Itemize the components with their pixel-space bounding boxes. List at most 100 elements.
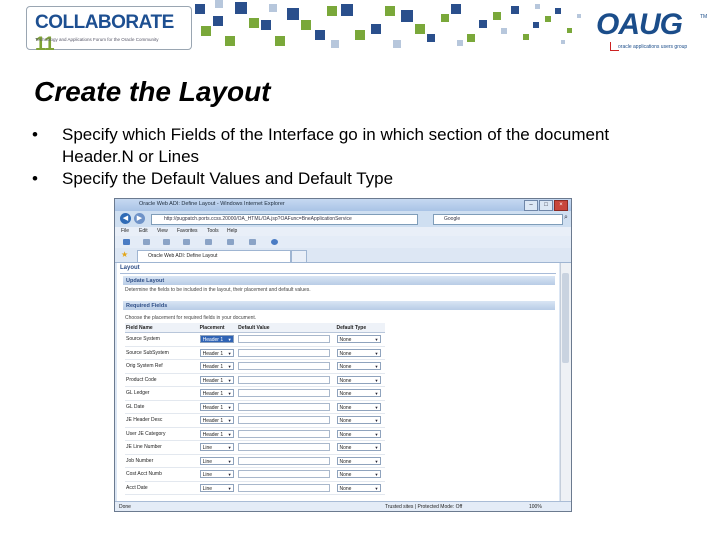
column-header: Field Name [125, 323, 199, 333]
dropdown-arrow-icon: ▼ [227, 337, 232, 343]
default-type-cell: None ▼ [335, 400, 385, 414]
default-type-select[interactable]: None ▼ [336, 362, 381, 371]
default-type-value: None [339, 377, 352, 384]
default-value-input[interactable] [238, 375, 331, 384]
tab-define-layout[interactable]: Oracle Web ADI: Define Layout [137, 250, 291, 262]
search-icon[interactable]: ⌕ [564, 214, 568, 222]
address-bar[interactable]: http://pugpatch.ports.ccss.20000/OA_HTML… [151, 214, 418, 225]
default-type-select[interactable]: None ▼ [336, 470, 381, 479]
browser-window: Oracle Web ADI: Define Layout - Windows … [114, 198, 572, 512]
default-value-input[interactable] [238, 389, 331, 398]
dropdown-arrow-icon: ▼ [374, 377, 379, 383]
menu-tools[interactable]: Tools [207, 228, 219, 234]
default-type-select[interactable]: None ▼ [336, 402, 381, 411]
placement-select[interactable]: Header 1 ▼ [199, 389, 234, 398]
menu-file[interactable]: File [121, 228, 129, 234]
menu-view[interactable]: View [157, 228, 168, 234]
print-icon[interactable] [183, 239, 190, 245]
page-content: Layout Update Layout Determine the field… [117, 263, 559, 501]
collaborate-logo: COLLABORATE 11 Technology and Applicatio… [26, 6, 192, 55]
page-icon[interactable] [205, 239, 212, 245]
default-value-input[interactable] [238, 348, 331, 357]
placement-value: Header 1 [202, 391, 224, 398]
close-button[interactable]: × [554, 200, 568, 211]
dropdown-arrow-icon: ▼ [374, 431, 379, 437]
default-value-input[interactable] [238, 443, 331, 452]
default-type-select[interactable]: None ▼ [336, 443, 381, 452]
dropdown-arrow-icon: ▼ [374, 350, 379, 356]
placement-value: Header 1 [202, 431, 224, 438]
table-row: Cost Acct Numb Line ▼ None ▼ [125, 467, 385, 482]
collaborate-logo-word: COLLABORATE 11 [35, 12, 174, 55]
default-type-cell: None ▼ [335, 332, 385, 347]
default-type-select[interactable]: None ▼ [336, 348, 381, 357]
default-value-input[interactable] [238, 429, 331, 438]
default-value-input[interactable] [238, 470, 331, 479]
safety-icon[interactable] [227, 239, 234, 245]
oaug-trademark: TM [700, 14, 708, 20]
default-type-select[interactable]: None ▼ [336, 416, 381, 425]
minimize-button[interactable]: – [524, 200, 538, 211]
favorites-star-icon[interactable]: ★ [121, 250, 128, 259]
help-icon[interactable] [271, 239, 278, 245]
default-type-cell: None ▼ [335, 467, 385, 482]
default-type-select[interactable]: None ▼ [336, 429, 381, 438]
default-value-input[interactable] [238, 483, 331, 492]
placement-select[interactable]: Header 1 ▼ [199, 402, 234, 411]
tools-icon[interactable] [249, 239, 256, 245]
menu-help[interactable]: Help [227, 228, 237, 234]
default-type-select[interactable]: None ▼ [336, 389, 381, 398]
placement-select[interactable]: Line ▼ [199, 483, 234, 492]
zoom-level[interactable]: 100% [529, 504, 542, 510]
default-type-value: None [339, 364, 352, 371]
placement-select[interactable]: Header 1 ▼ [199, 335, 234, 344]
default-value-input[interactable] [238, 362, 331, 371]
placement-select[interactable]: Header 1 ▼ [199, 348, 234, 357]
default-type-value: None [339, 404, 352, 411]
default-type-select[interactable]: None ▼ [336, 375, 381, 384]
default-value-input[interactable] [238, 402, 331, 411]
bullet-text: Specify which Fields of the Interface go… [62, 125, 610, 166]
back-button[interactable]: ◀ [120, 213, 131, 224]
placement-value: Line [202, 445, 213, 452]
placement-select[interactable]: Line ▼ [199, 456, 234, 465]
default-value-input[interactable] [238, 456, 331, 465]
default-value-input[interactable] [238, 335, 331, 344]
default-value-input[interactable] [238, 416, 331, 425]
table-row: Source System Header 1 ▼ None ▼ [125, 332, 385, 347]
home-icon[interactable] [123, 239, 130, 245]
placement-select[interactable]: Header 1 ▼ [199, 429, 234, 438]
default-type-cell: None ▼ [335, 386, 385, 401]
default-type-value: None [339, 391, 352, 398]
placement-select[interactable]: Line ▼ [199, 470, 234, 479]
default-type-select[interactable]: None ▼ [336, 483, 381, 492]
bullet-list: • Specify which Fields of the Interface g… [32, 124, 672, 190]
dropdown-arrow-icon: ▼ [374, 418, 379, 424]
menu-favorites[interactable]: Favorites [177, 228, 198, 234]
new-tab-button[interactable] [291, 250, 307, 262]
placement-cell: Line ▼ [198, 454, 238, 468]
placement-select[interactable]: Line ▼ [199, 443, 234, 452]
bullet-dot: • [32, 169, 38, 188]
scrollbar-thumb[interactable] [562, 273, 569, 363]
search-input[interactable]: Google [433, 214, 563, 225]
placement-cell: Header 1 ▼ [198, 427, 238, 441]
placement-select[interactable]: Header 1 ▼ [199, 416, 234, 425]
menu-edit[interactable]: Edit [139, 228, 148, 234]
feeds-icon[interactable] [143, 239, 150, 245]
default-type-cell: None ▼ [335, 413, 385, 428]
placement-select[interactable]: Header 1 ▼ [199, 375, 234, 384]
mail-icon[interactable] [163, 239, 170, 245]
maximize-button[interactable]: □ [539, 200, 553, 211]
default-value-cell [237, 373, 336, 387]
placement-value: Header 1 [202, 364, 224, 371]
vertical-scrollbar[interactable] [560, 263, 571, 501]
default-value-cell [237, 454, 336, 468]
required-fields-title: Required Fields [126, 302, 168, 309]
bullet-text: Specify the Default Values and Default T… [62, 169, 394, 188]
placement-select[interactable]: Header 1 ▼ [199, 362, 234, 371]
default-type-select[interactable]: None ▼ [336, 456, 381, 465]
column-header: Default Value [237, 323, 336, 333]
default-type-select[interactable]: None ▼ [336, 335, 381, 344]
forward-button[interactable]: ▶ [134, 213, 145, 224]
